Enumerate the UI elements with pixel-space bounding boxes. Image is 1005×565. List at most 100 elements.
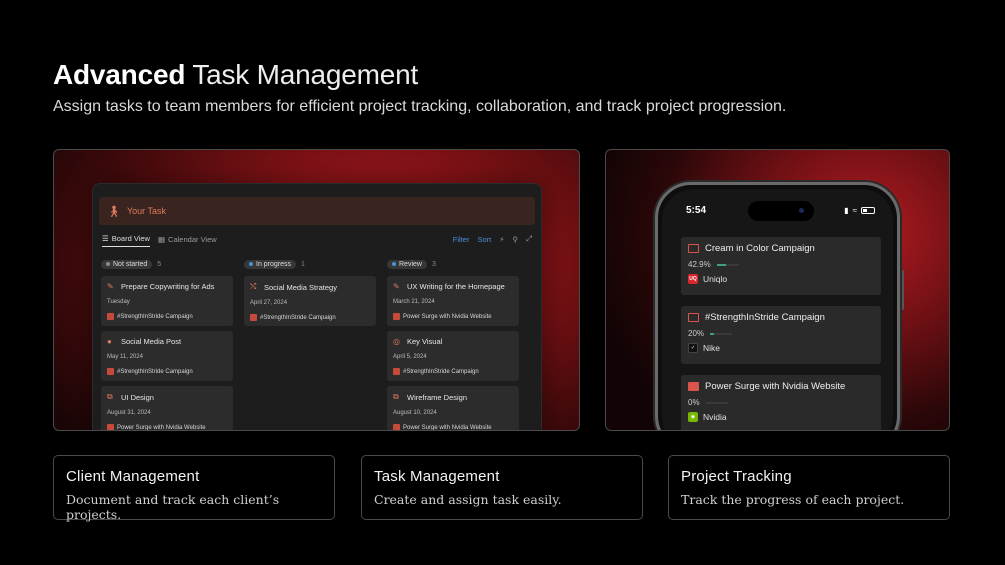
search-icon[interactable]: ⚲ — [513, 235, 519, 244]
window-icon — [688, 313, 699, 322]
feature-title: Task Management — [374, 468, 500, 485]
tab-board-view[interactable]: ☰ Board View — [102, 234, 150, 247]
uniqlo-logo: UQ — [688, 274, 698, 284]
board-header: 🚶︎ Your Task — [99, 197, 535, 225]
signal-icon: ▮ — [844, 206, 849, 215]
square-arrow-icon: ⧉ — [393, 392, 399, 401]
wifi-icon: ≈ — [852, 206, 857, 215]
tab-calendar-view[interactable]: ▦ Calendar View — [158, 235, 217, 247]
shuffle-icon: ⤭ — [250, 282, 257, 291]
project-progress: 42.9% — [688, 260, 711, 269]
lightning-icon[interactable]: ⚡︎ — [499, 235, 504, 244]
feature-title: Project Tracking — [681, 468, 792, 485]
status-badge: Review — [387, 259, 427, 269]
board-toolbar: Filter Sort ⚡︎ ⚲ ⤢ — [453, 234, 532, 244]
task-date: August 10, 2024 — [393, 410, 437, 416]
project-client: Nvidia — [703, 412, 727, 422]
people-icon: ● — [107, 337, 112, 346]
page-subtitle: Assign tasks to team members for efficie… — [53, 98, 787, 115]
task-card[interactable]: ⧉ Wireframe Design August 10, 2024 Power … — [387, 386, 519, 430]
task-title: Wireframe Design — [407, 392, 468, 402]
feature-description: Document and track each client’s project… — [66, 492, 280, 522]
task-card[interactable]: ⤭ Social Media Strategy April 27, 2024 #S… — [244, 276, 376, 326]
project-icon — [393, 313, 400, 320]
window-icon — [688, 244, 699, 253]
status-badge: Not started — [101, 259, 153, 269]
battery-icon — [861, 207, 875, 214]
task-title: Prepare Copywriting for Ads — [121, 282, 215, 291]
person-walking-icon: 🚶︎ — [107, 205, 121, 218]
pencil-icon: ✎ — [107, 282, 114, 291]
status-dot — [249, 262, 253, 266]
project-card[interactable]: Power Surge with Nvidia Website 0% ◉ Nvid… — [681, 375, 881, 430]
column-count: 3 — [431, 260, 436, 268]
board-column-review: Review 3 ✎ UX Writing for the Homepage Ma… — [387, 257, 519, 430]
board-header-title: Your Task — [126, 206, 166, 216]
status-dot — [106, 262, 110, 266]
task-project: Power Surge with Nvidia Website — [403, 313, 492, 320]
feature-card-task-management: Task Management Create and assign task e… — [361, 455, 643, 520]
feature-description: Create and assign task easily. — [374, 492, 562, 507]
task-date: April 27, 2024 — [250, 300, 288, 306]
progress-bar — [710, 332, 733, 335]
nvidia-logo: ◉ — [688, 412, 698, 422]
feature-card-project-tracking: Project Tracking Track the progress of e… — [668, 455, 950, 520]
feature-description: Track the progress of each project. — [681, 492, 905, 507]
status-icons: ▮ ≈ — [844, 206, 875, 215]
task-project: #StrengthInStride Campaign — [403, 368, 479, 375]
task-project: #StrengthInStride Campaign — [260, 314, 336, 321]
board-column-in-progress: In progress 1 ⤭ Social Media Strategy Apr… — [244, 257, 376, 331]
monitor-icon — [688, 382, 699, 391]
task-title: UX Writing for the Homepage — [407, 282, 505, 291]
project-icon — [393, 424, 400, 430]
project-card[interactable]: Cream in Color Campaign 42.9% UQ Uniqlo — [681, 237, 881, 295]
progress-bar — [716, 263, 739, 266]
project-progress: 20% — [688, 329, 705, 338]
status-time: 5:54 — [686, 205, 707, 216]
task-title: Key Visual — [407, 337, 443, 346]
task-card[interactable]: ● Social Media Post May 11, 2024 #Strengt… — [101, 331, 233, 381]
status-dot — [392, 262, 396, 266]
task-project: #StrengthInStride Campaign — [117, 313, 193, 320]
task-title: UI Design — [121, 392, 154, 402]
task-title: Social Media Post — [121, 337, 182, 346]
tab-calendar-view-label: Calendar View — [168, 234, 217, 244]
status-label: Review — [399, 260, 422, 268]
view-switcher: ☰ Board View ▦ Calendar View — [102, 234, 217, 247]
list-icon: ☰ — [102, 234, 109, 243]
expand-icon[interactable]: ⤢ — [526, 234, 532, 244]
task-title: Social Media Strategy — [264, 282, 337, 292]
project-card[interactable]: #StrengthInStride Campaign 20% ✓ Nike — [681, 306, 881, 364]
project-icon — [107, 424, 114, 430]
task-card[interactable]: ✎ UX Writing for the Homepage March 21, 2… — [387, 276, 519, 326]
project-title: Cream in Color Campaign — [705, 243, 815, 254]
phone-screen: 5:54 ▮ ≈ Cream in Color Campaign 42.9% U… — [662, 189, 893, 430]
task-card[interactable]: ◎ Key Visual April 5, 2024 #StrengthInStr… — [387, 331, 519, 381]
page-title-rest: Task Management — [192, 59, 419, 90]
status-label: In progress — [256, 260, 292, 268]
task-project: #StrengthInStride Campaign — [117, 368, 193, 375]
square-arrow-icon: ⧉ — [107, 392, 113, 401]
sort-button[interactable]: Sort — [477, 235, 491, 244]
project-icon — [107, 313, 114, 320]
project-icon — [107, 368, 114, 375]
task-date: May 11, 2024 — [107, 354, 143, 360]
status-badge: In progress — [244, 259, 297, 269]
page-title: Advanced Task Management — [53, 58, 418, 92]
board-column-not-started: Not started 5 ✎ Prepare Copywriting for A… — [101, 257, 233, 430]
task-board-window: 🚶︎ Your Task ☰ Board View ▦ Calendar Vie… — [92, 183, 542, 430]
task-date: August 31, 2024 — [107, 410, 151, 416]
task-card[interactable]: ⧉ UI Design August 31, 2024 Power Surge w… — [101, 386, 233, 430]
camera-icon — [799, 208, 804, 213]
task-date: Tuesday — [107, 299, 130, 305]
mobile-showcase-panel: 5:54 ▮ ≈ Cream in Color Campaign 42.9% U… — [605, 149, 950, 431]
feature-card-client-management: Client Management Document and track eac… — [53, 455, 335, 522]
target-icon: ◎ — [393, 337, 400, 346]
feature-title: Client Management — [66, 468, 200, 485]
filter-button[interactable]: Filter — [453, 235, 470, 244]
task-date: March 21, 2024 — [393, 299, 435, 305]
task-card[interactable]: ✎ Prepare Copywriting for Ads Tuesday #St… — [101, 276, 233, 326]
column-header: Review 3 — [387, 257, 519, 271]
board-showcase-panel: 🚶︎ Your Task ☰ Board View ▦ Calendar Vie… — [53, 149, 580, 431]
pencil-icon: ✎ — [393, 282, 400, 291]
